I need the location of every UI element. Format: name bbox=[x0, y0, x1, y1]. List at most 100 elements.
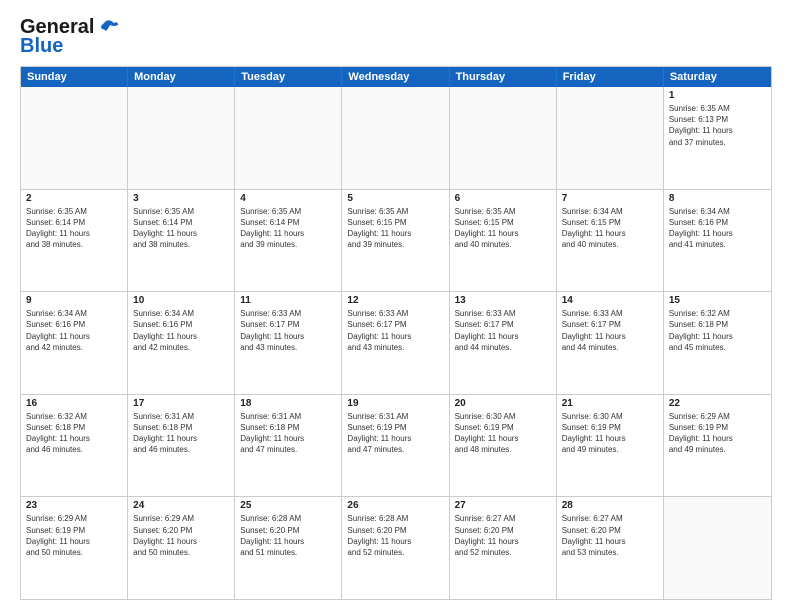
day-info: Sunrise: 6:35 AM Sunset: 6:15 PM Dayligh… bbox=[347, 206, 443, 251]
day-number: 23 bbox=[26, 500, 122, 511]
day-info: Sunrise: 6:27 AM Sunset: 6:20 PM Dayligh… bbox=[562, 513, 658, 558]
day-cell-9: 9Sunrise: 6:34 AM Sunset: 6:16 PM Daylig… bbox=[21, 292, 128, 394]
day-cell-empty bbox=[557, 87, 664, 189]
day-cell-28: 28 Sunrise: 6:27 AM Sunset: 6:20 PM Dayli… bbox=[557, 497, 664, 599]
day-info: Sunrise: 6:35 AM Sunset: 6:15 PM Dayligh… bbox=[455, 206, 551, 251]
day-number: 21 bbox=[562, 398, 658, 409]
header-day-thursday: Thursday bbox=[450, 67, 557, 87]
day-info: Sunrise: 6:34 AM Sunset: 6:16 PM Dayligh… bbox=[669, 206, 766, 251]
page: General Blue SundayMondayTuesdayWednesda… bbox=[0, 0, 792, 612]
day-info: Sunrise: 6:29 AM Sunset: 6:19 PM Dayligh… bbox=[669, 411, 766, 456]
logo: General Blue bbox=[20, 16, 118, 58]
header-day-monday: Monday bbox=[128, 67, 235, 87]
day-number: 24 bbox=[133, 500, 229, 511]
day-info: Sunrise: 6:31 AM Sunset: 6:18 PM Dayligh… bbox=[240, 411, 336, 456]
day-cell-1: 1Sunrise: 6:35 AM Sunset: 6:13 PM Daylig… bbox=[664, 87, 771, 189]
day-number: 5 bbox=[347, 193, 443, 204]
header-day-tuesday: Tuesday bbox=[235, 67, 342, 87]
day-number: 8 bbox=[669, 193, 766, 204]
day-cell-18: 18 Sunrise: 6:31 AM Sunset: 6:18 PM Dayli… bbox=[235, 395, 342, 497]
day-cell-8: 8 Sunrise: 6:34 AM Sunset: 6:16 PM Daylig… bbox=[664, 190, 771, 292]
day-number: 6 bbox=[455, 193, 551, 204]
header-day-saturday: Saturday bbox=[664, 67, 771, 87]
day-cell-3: 3Sunrise: 6:35 AM Sunset: 6:14 PM Daylig… bbox=[128, 190, 235, 292]
day-number: 7 bbox=[562, 193, 658, 204]
header-day-wednesday: Wednesday bbox=[342, 67, 449, 87]
day-number: 2 bbox=[26, 193, 122, 204]
day-info: Sunrise: 6:34 AM Sunset: 6:16 PM Dayligh… bbox=[133, 308, 229, 353]
day-cell-10: 10 Sunrise: 6:34 AM Sunset: 6:16 PM Dayli… bbox=[128, 292, 235, 394]
day-cell-6: 6 Sunrise: 6:35 AM Sunset: 6:15 PM Daylig… bbox=[450, 190, 557, 292]
calendar-body: 1Sunrise: 6:35 AM Sunset: 6:13 PM Daylig… bbox=[21, 87, 771, 599]
day-number: 28 bbox=[562, 500, 658, 511]
header-day-friday: Friday bbox=[557, 67, 664, 87]
day-number: 9 bbox=[26, 295, 122, 306]
day-cell-27: 27Sunrise: 6:27 AM Sunset: 6:20 PM Dayli… bbox=[450, 497, 557, 599]
day-number: 14 bbox=[562, 295, 658, 306]
day-number: 26 bbox=[347, 500, 443, 511]
calendar-row-2: 9 Sunrise: 6:34 AM Sunset: 6:16 PM Daylig… bbox=[21, 291, 771, 394]
day-cell-11: 11 Sunrise: 6:33 AM Sunset: 6:17 PM Dayli… bbox=[235, 292, 342, 394]
day-cell-21: 21 Sunrise: 6:30 AM Sunset: 6:19 PM Dayli… bbox=[557, 395, 664, 497]
day-info: Sunrise: 6:33 AM Sunset: 6:17 PM Dayligh… bbox=[455, 308, 551, 353]
day-info: Sunrise: 6:30 AM Sunset: 6:19 PM Dayligh… bbox=[562, 411, 658, 456]
day-cell-22: 22 Sunrise: 6:29 AM Sunset: 6:19 PM Dayli… bbox=[664, 395, 771, 497]
day-number: 22 bbox=[669, 398, 766, 409]
day-info: Sunrise: 6:33 AM Sunset: 6:17 PM Dayligh… bbox=[562, 308, 658, 353]
day-cell-empty bbox=[664, 497, 771, 599]
day-info: Sunrise: 6:35 AM Sunset: 6:14 PM Dayligh… bbox=[26, 206, 122, 251]
day-cell-20: 20 Sunrise: 6:30 AM Sunset: 6:19 PM Dayli… bbox=[450, 395, 557, 497]
day-cell-13: 13 Sunrise: 6:33 AM Sunset: 6:17 PM Dayli… bbox=[450, 292, 557, 394]
calendar-row-4: 23 Sunrise: 6:29 AM Sunset: 6:19 PM Dayli… bbox=[21, 496, 771, 599]
day-info: Sunrise: 6:33 AM Sunset: 6:17 PM Dayligh… bbox=[240, 308, 336, 353]
day-cell-12: 12 Sunrise: 6:33 AM Sunset: 6:17 PM Dayli… bbox=[342, 292, 449, 394]
day-cell-4: 4 Sunrise: 6:35 AM Sunset: 6:14 PM Daylig… bbox=[235, 190, 342, 292]
day-info: Sunrise: 6:33 AM Sunset: 6:17 PM Dayligh… bbox=[347, 308, 443, 353]
logo-bird-icon bbox=[96, 19, 118, 37]
day-number: 18 bbox=[240, 398, 336, 409]
logo-blue: Blue bbox=[20, 35, 63, 58]
day-number: 10 bbox=[133, 295, 229, 306]
day-number: 17 bbox=[133, 398, 229, 409]
calendar: SundayMondayTuesdayWednesdayThursdayFrid… bbox=[20, 66, 772, 600]
day-info: Sunrise: 6:29 AM Sunset: 6:19 PM Dayligh… bbox=[26, 513, 122, 558]
header: General Blue bbox=[20, 16, 772, 58]
day-number: 19 bbox=[347, 398, 443, 409]
day-info: Sunrise: 6:30 AM Sunset: 6:19 PM Dayligh… bbox=[455, 411, 551, 456]
day-info: Sunrise: 6:28 AM Sunset: 6:20 PM Dayligh… bbox=[347, 513, 443, 558]
day-info: Sunrise: 6:31 AM Sunset: 6:18 PM Dayligh… bbox=[133, 411, 229, 456]
day-cell-empty bbox=[342, 87, 449, 189]
day-cell-15: 15Sunrise: 6:32 AM Sunset: 6:18 PM Dayli… bbox=[664, 292, 771, 394]
day-info: Sunrise: 6:35 AM Sunset: 6:14 PM Dayligh… bbox=[240, 206, 336, 251]
day-cell-5: 5 Sunrise: 6:35 AM Sunset: 6:15 PM Daylig… bbox=[342, 190, 449, 292]
day-number: 25 bbox=[240, 500, 336, 511]
day-number: 27 bbox=[455, 500, 551, 511]
day-cell-2: 2 Sunrise: 6:35 AM Sunset: 6:14 PM Daylig… bbox=[21, 190, 128, 292]
day-number: 16 bbox=[26, 398, 122, 409]
day-cell-empty bbox=[128, 87, 235, 189]
calendar-row-3: 16 Sunrise: 6:32 AM Sunset: 6:18 PM Dayli… bbox=[21, 394, 771, 497]
day-cell-25: 25 Sunrise: 6:28 AM Sunset: 6:20 PM Dayli… bbox=[235, 497, 342, 599]
day-cell-19: 19 Sunrise: 6:31 AM Sunset: 6:19 PM Dayli… bbox=[342, 395, 449, 497]
day-number: 4 bbox=[240, 193, 336, 204]
day-number: 12 bbox=[347, 295, 443, 306]
day-cell-24: 24 Sunrise: 6:29 AM Sunset: 6:20 PM Dayli… bbox=[128, 497, 235, 599]
day-info: Sunrise: 6:32 AM Sunset: 6:18 PM Dayligh… bbox=[26, 411, 122, 456]
day-cell-7: 7 Sunrise: 6:34 AM Sunset: 6:15 PM Daylig… bbox=[557, 190, 664, 292]
day-number: 11 bbox=[240, 295, 336, 306]
day-info: Sunrise: 6:35 AM Sunset: 6:13 PM Dayligh… bbox=[669, 103, 766, 148]
calendar-row-1: 2 Sunrise: 6:35 AM Sunset: 6:14 PM Daylig… bbox=[21, 189, 771, 292]
day-cell-16: 16 Sunrise: 6:32 AM Sunset: 6:18 PM Dayli… bbox=[21, 395, 128, 497]
day-number: 20 bbox=[455, 398, 551, 409]
calendar-row-0: 1Sunrise: 6:35 AM Sunset: 6:13 PM Daylig… bbox=[21, 87, 771, 189]
day-number: 15 bbox=[669, 295, 766, 306]
day-cell-14: 14 Sunrise: 6:33 AM Sunset: 6:17 PM Dayli… bbox=[557, 292, 664, 394]
day-cell-empty bbox=[235, 87, 342, 189]
header-day-sunday: Sunday bbox=[21, 67, 128, 87]
day-info: Sunrise: 6:28 AM Sunset: 6:20 PM Dayligh… bbox=[240, 513, 336, 558]
day-cell-23: 23 Sunrise: 6:29 AM Sunset: 6:19 PM Dayli… bbox=[21, 497, 128, 599]
day-number: 13 bbox=[455, 295, 551, 306]
day-info: Sunrise: 6:31 AM Sunset: 6:19 PM Dayligh… bbox=[347, 411, 443, 456]
day-info: Sunrise: 6:29 AM Sunset: 6:20 PM Dayligh… bbox=[133, 513, 229, 558]
day-info: Sunrise: 6:34 AM Sunset: 6:15 PM Dayligh… bbox=[562, 206, 658, 251]
